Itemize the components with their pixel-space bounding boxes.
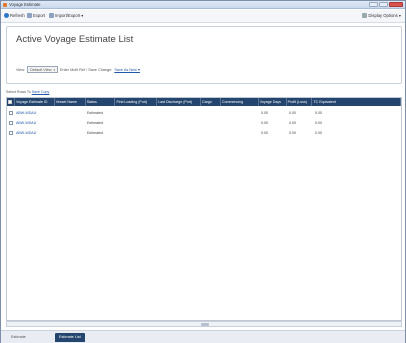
window-title: Voyage Estimate xyxy=(9,2,41,7)
filter-text: Enter Multi Ref / Save Change: xyxy=(59,67,113,72)
column-header[interactable]: Voyage Days xyxy=(259,98,287,106)
estimate-id-link[interactable]: ABW-WDAU xyxy=(15,121,55,125)
estimate-id-link[interactable]: ABW-WDAU xyxy=(15,111,55,115)
column-header[interactable]: Cargo xyxy=(201,98,221,106)
row-checkbox[interactable] xyxy=(7,121,15,125)
view-select-value: Default View xyxy=(30,67,52,72)
refresh-label: Refresh xyxy=(10,13,25,18)
estimate-table: Voyage Estimate ID Vessel Name Status Fi… xyxy=(6,97,402,321)
select-rows-label: Select Rows To xyxy=(6,90,31,94)
save-copy-link[interactable]: Save Copy xyxy=(32,90,50,94)
profit-cell: 0.00 xyxy=(289,131,296,135)
list-header-panel: Active Voyage Estimate List View: Defaul… xyxy=(6,26,402,84)
refresh-button[interactable]: Refresh xyxy=(4,13,25,18)
horizontal-scrollbar[interactable] xyxy=(6,321,402,327)
profit-cell: 0.00 xyxy=(289,121,296,125)
tab-estimate-list[interactable]: Estimate List xyxy=(55,333,85,342)
import-export-icon xyxy=(49,13,54,18)
row-checkbox[interactable] xyxy=(7,111,15,115)
column-header[interactable]: Last Discharge (Port) xyxy=(157,98,202,106)
estimate-id-link[interactable]: ABW-WDAU xyxy=(15,131,55,135)
bottom-tab-bar: Estimate Estimate List xyxy=(1,330,405,343)
voyage-days-cell: 0.00 xyxy=(261,121,268,125)
row-checkbox[interactable] xyxy=(7,131,15,135)
maximize-button[interactable] xyxy=(379,2,388,7)
close-button[interactable] xyxy=(389,2,403,7)
voyage-days-cell: 0.00 xyxy=(261,131,268,135)
view-select[interactable]: Default View ▾ xyxy=(27,66,58,73)
minimize-button[interactable] xyxy=(369,2,378,7)
status-cell: Estimated xyxy=(87,131,103,135)
select-all-checkbox[interactable] xyxy=(7,98,15,106)
export-label: Export xyxy=(33,13,46,18)
app-window: Voyage Estimate Refresh Export Import/Ex… xyxy=(0,0,406,343)
profit-cell: 0.00 xyxy=(289,111,296,115)
select-rows-bar: Select Rows To Save Copy xyxy=(6,90,49,94)
tce-cell: 0.00 xyxy=(315,121,322,125)
column-header[interactable]: Commencing xyxy=(221,98,259,106)
app-icon xyxy=(3,3,7,7)
column-header[interactable]: Status xyxy=(86,98,116,106)
toolbar: Refresh Export Import/Export ▾ Display O… xyxy=(1,10,405,23)
export-icon xyxy=(27,13,32,18)
view-label: View: xyxy=(16,67,26,72)
display-options-button[interactable]: Display Options ▾ xyxy=(362,13,401,18)
page-title: Active Voyage Estimate List xyxy=(16,34,134,45)
display-options-icon xyxy=(362,13,368,18)
tce-cell: 0.00 xyxy=(315,131,322,135)
import-export-button[interactable]: Import/Export ▾ xyxy=(49,13,83,18)
checkbox-icon xyxy=(9,131,13,135)
refresh-icon xyxy=(4,13,9,18)
column-header[interactable]: Vessel Name xyxy=(55,98,86,106)
status-cell: Estimated xyxy=(87,111,103,115)
export-button[interactable]: Export xyxy=(27,13,45,18)
table-header: Voyage Estimate ID Vessel Name Status Fi… xyxy=(7,98,401,106)
column-header[interactable]: Voyage Estimate ID xyxy=(15,98,55,106)
column-header[interactable]: Profit (Loss) xyxy=(287,98,313,106)
column-header[interactable]: First Loading (Port) xyxy=(115,98,158,106)
table-row[interactable]: ABW-WDAU Estimated 0.00 0.00 0.00 xyxy=(7,128,401,138)
import-export-label: Import/Export ▾ xyxy=(55,13,84,18)
checkbox-icon xyxy=(9,111,13,115)
table-row[interactable]: ABW-WDAU Estimated 0.00 0.00 0.00 xyxy=(7,108,401,118)
checkbox-icon xyxy=(9,121,13,125)
table-row[interactable]: ABW-WDAU Estimated 0.00 0.00 0.00 xyxy=(7,118,401,128)
column-header[interactable]: TC Equivalent xyxy=(312,98,401,106)
view-row: View: Default View ▾ Enter Multi Ref / S… xyxy=(16,66,140,73)
status-cell: Estimated xyxy=(87,121,103,125)
voyage-days-cell: 0.00 xyxy=(261,111,268,115)
save-as-new-link[interactable]: Save As New ▾ xyxy=(114,67,140,72)
tce-cell: 0.00 xyxy=(315,111,322,115)
title-bar: Voyage Estimate xyxy=(1,1,405,9)
display-options-label: Display Options ▾ xyxy=(368,13,401,18)
tab-estimate[interactable]: Estimate xyxy=(7,333,30,342)
chevron-down-icon: ▾ xyxy=(53,67,55,72)
checkbox-icon xyxy=(8,100,13,104)
window-controls xyxy=(369,2,403,7)
scrollbar-thumb[interactable] xyxy=(201,323,209,326)
